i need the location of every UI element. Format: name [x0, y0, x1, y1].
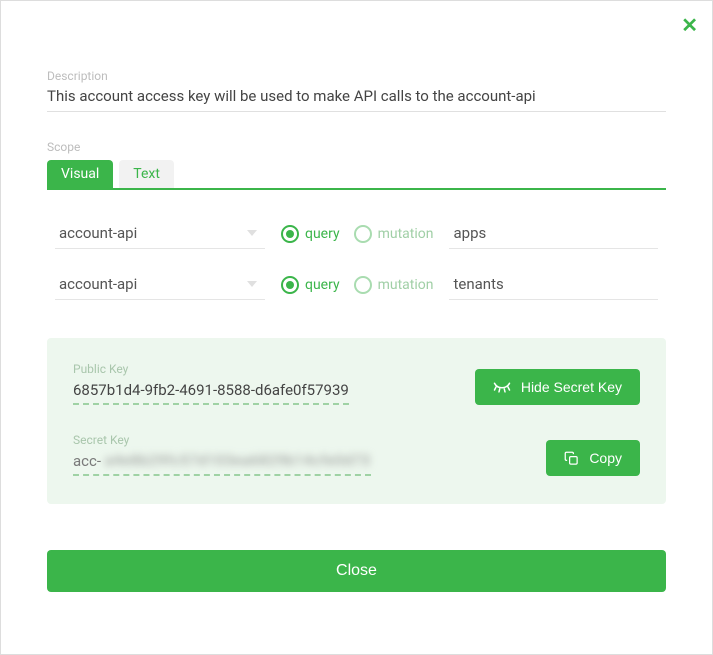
- scope-tabs: Visual Text: [47, 160, 666, 190]
- service-value: account-api: [59, 224, 137, 242]
- secret-key-label: Secret Key: [73, 433, 526, 447]
- scope-rows: account-api query mutation apps: [47, 204, 666, 320]
- radio-ring-icon: [354, 225, 372, 243]
- radio-ring-icon: [281, 276, 299, 294]
- description-label: Description: [47, 69, 666, 83]
- eye-closed-icon: [493, 381, 511, 393]
- scope-row: account-api query mutation tenants: [55, 259, 658, 310]
- scope-row: account-api query mutation apps: [55, 208, 658, 259]
- radio-ring-icon: [354, 276, 372, 294]
- secret-masked: a4e8b29fc57d103ea6829b14cfe0d73: [105, 453, 371, 469]
- scope-label: Scope: [47, 140, 666, 154]
- op-radio-group: query mutation: [281, 276, 433, 294]
- service-select[interactable]: account-api: [55, 269, 265, 300]
- service-value: account-api: [59, 275, 137, 293]
- secret-key-row: Secret Key acc- a4e8b29fc57d103ea6829b14…: [73, 433, 640, 476]
- key-panel: Public Key 6857b1d4-9fb2-4691-8588-d6afe…: [47, 338, 666, 504]
- service-select[interactable]: account-api: [55, 218, 265, 249]
- copy-icon: [564, 451, 579, 466]
- public-key-field: Public Key 6857b1d4-9fb2-4691-8588-d6afe…: [73, 362, 455, 405]
- description-field: Description This account access key will…: [47, 69, 666, 112]
- chevron-down-icon: [247, 230, 257, 236]
- public-key-label: Public Key: [73, 362, 455, 376]
- radio-mutation[interactable]: mutation: [354, 276, 434, 294]
- secret-key-value[interactable]: acc- a4e8b29fc57d103ea6829b14cfe0d73: [73, 452, 371, 476]
- radio-mutation[interactable]: mutation: [354, 225, 434, 243]
- button-label: Hide Secret Key: [521, 379, 622, 395]
- radio-label: query: [305, 226, 340, 242]
- secret-key-field: Secret Key acc- a4e8b29fc57d103ea6829b14…: [73, 433, 526, 476]
- radio-ring-icon: [281, 225, 299, 243]
- tab-visual[interactable]: Visual: [47, 160, 113, 188]
- public-key-row: Public Key 6857b1d4-9fb2-4691-8588-d6afe…: [73, 362, 640, 405]
- scope-name-input[interactable]: apps: [449, 218, 658, 249]
- close-icon[interactable]: ✕: [681, 15, 698, 35]
- close-button[interactable]: Close: [47, 550, 666, 592]
- chevron-down-icon: [247, 281, 257, 287]
- radio-query[interactable]: query: [281, 225, 340, 243]
- tab-text[interactable]: Text: [119, 160, 174, 188]
- hide-secret-button[interactable]: Hide Secret Key: [475, 369, 640, 405]
- access-key-modal: ✕ Description This account access key wi…: [1, 1, 712, 654]
- op-radio-group: query mutation: [281, 225, 433, 243]
- radio-label: mutation: [378, 277, 434, 293]
- secret-prefix: acc-: [73, 452, 103, 470]
- modal-content: Description This account access key will…: [19, 19, 694, 592]
- copy-button[interactable]: Copy: [546, 440, 640, 476]
- radio-label: query: [305, 277, 340, 293]
- description-value[interactable]: This account access key will be used to …: [47, 87, 666, 112]
- scope-name-input[interactable]: tenants: [449, 269, 658, 300]
- button-label: Copy: [589, 450, 622, 466]
- radio-query[interactable]: query: [281, 276, 340, 294]
- radio-label: mutation: [378, 226, 434, 242]
- scope-section: Scope Visual Text account-api query: [47, 140, 666, 320]
- public-key-value[interactable]: 6857b1d4-9fb2-4691-8588-d6afe0f57939: [73, 381, 349, 405]
